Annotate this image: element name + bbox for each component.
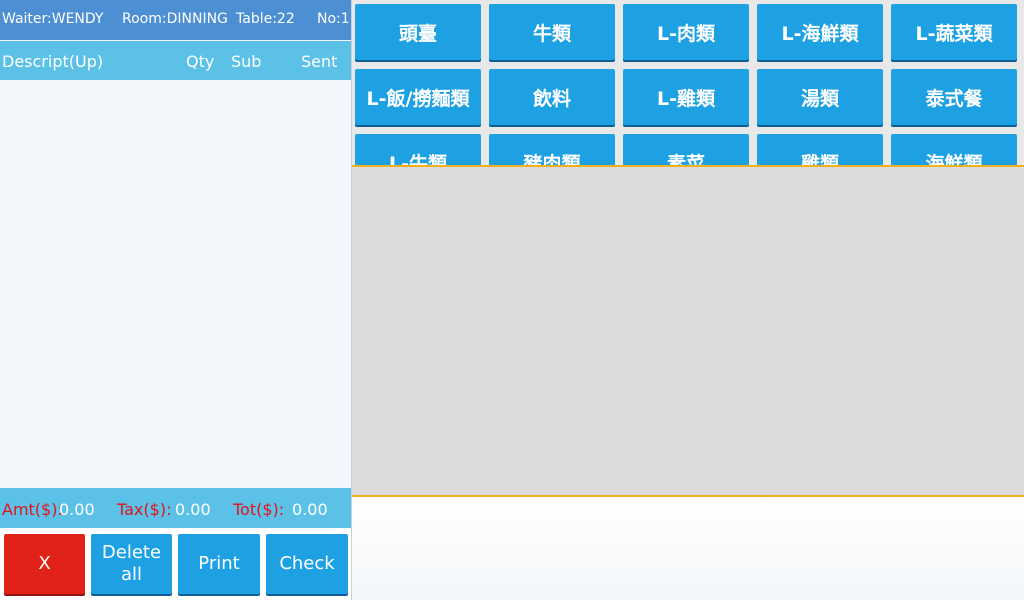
tax-value: 0.00 bbox=[175, 500, 211, 519]
tax-label: Tax($): bbox=[117, 500, 172, 519]
category-button[interactable]: L-蔬菜類 bbox=[891, 4, 1017, 60]
column-qty: Qty bbox=[186, 52, 215, 71]
category-grid[interactable]: 頭臺 牛類 L-肉類 L-海鮮類 L-蔬菜類 L-飯/撈麵類 飲料 L-雞類 湯… bbox=[352, 0, 1024, 165]
category-button[interactable]: 素菜 bbox=[623, 134, 749, 165]
order-action-row: X Delete all Print Check bbox=[0, 528, 351, 600]
category-button[interactable]: L-肉類 bbox=[623, 4, 749, 60]
menu-items-area[interactable] bbox=[352, 165, 1024, 497]
category-button[interactable]: 泰式餐 bbox=[891, 69, 1017, 125]
order-item-list[interactable] bbox=[0, 80, 351, 488]
check-button[interactable]: Check bbox=[266, 534, 348, 594]
print-button[interactable]: Print bbox=[178, 534, 260, 594]
amount-label: Amt($): bbox=[2, 500, 63, 519]
order-header: Waiter:WENDY Room:DINNING Table:22 No:1 bbox=[0, 0, 351, 40]
order-number-label: No:1 bbox=[317, 11, 350, 27]
category-button[interactable]: 飲料 bbox=[489, 69, 615, 125]
category-button[interactable]: L-牛類 bbox=[355, 134, 481, 165]
bottom-panel bbox=[352, 499, 1024, 600]
category-button[interactable]: 雞類 bbox=[757, 134, 883, 165]
category-button[interactable]: 豬肉類 bbox=[489, 134, 615, 165]
total-label: Tot($): bbox=[233, 500, 285, 519]
category-button[interactable]: 海鮮類 bbox=[891, 134, 1017, 165]
column-sub: Sub bbox=[231, 52, 262, 71]
category-button[interactable]: 頭臺 bbox=[355, 4, 481, 60]
column-sent: Sent bbox=[301, 52, 338, 71]
waiter-label: Waiter:WENDY bbox=[2, 11, 104, 27]
category-button[interactable]: 湯類 bbox=[757, 69, 883, 125]
delete-all-button[interactable]: Delete all bbox=[91, 534, 172, 594]
table-label: Table:22 bbox=[236, 11, 295, 27]
order-column-header: Descript(Up) Qty Sub Sent bbox=[0, 41, 351, 80]
category-button[interactable]: 牛類 bbox=[489, 4, 615, 60]
category-button[interactable]: L-海鮮類 bbox=[757, 4, 883, 60]
order-panel: Waiter:WENDY Room:DINNING Table:22 No:1 … bbox=[0, 0, 352, 600]
amount-value: 0.00 bbox=[59, 500, 95, 519]
category-button[interactable]: L-飯/撈麵類 bbox=[355, 69, 481, 125]
totals-bar: Amt($): 0.00 Tax($): 0.00 Tot($): 0.00 bbox=[0, 488, 351, 528]
cancel-button[interactable]: X bbox=[4, 534, 85, 594]
column-descript[interactable]: Descript(Up) bbox=[2, 52, 103, 71]
room-label: Room:DINNING bbox=[122, 11, 228, 27]
category-button[interactable]: L-雞類 bbox=[623, 69, 749, 125]
total-value: 0.00 bbox=[292, 500, 328, 519]
menu-panel: 頭臺 牛類 L-肉類 L-海鮮類 L-蔬菜類 L-飯/撈麵類 飲料 L-雞類 湯… bbox=[352, 0, 1024, 600]
